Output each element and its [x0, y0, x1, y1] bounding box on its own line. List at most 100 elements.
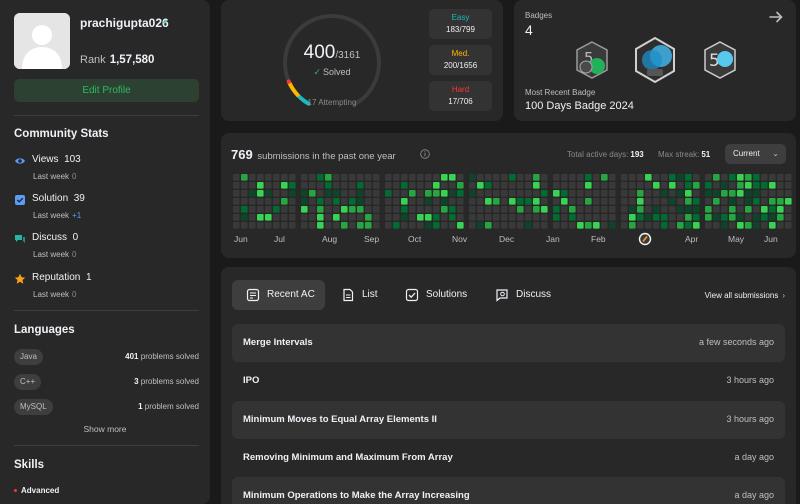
heatmap-cell[interactable] [653, 182, 660, 189]
heatmap-cell[interactable] [705, 198, 712, 205]
heatmap-cell[interactable] [493, 174, 500, 181]
heatmap-cell[interactable] [457, 174, 464, 181]
heatmap-cell[interactable] [737, 198, 744, 205]
heatmap-cell[interactable] [501, 206, 508, 213]
heatmap-cell[interactable] [713, 182, 720, 189]
heatmap-cell[interactable] [553, 190, 560, 197]
heatmap-cell[interactable] [469, 174, 476, 181]
heatmap-cell[interactable] [417, 190, 424, 197]
heatmap-cell[interactable] [721, 174, 728, 181]
heatmap-cell[interactable] [753, 182, 760, 189]
heatmap-cell[interactable] [433, 222, 440, 229]
view-all-submissions-link[interactable]: View all submissions › [705, 291, 785, 300]
heatmap-cell[interactable] [785, 174, 792, 181]
heatmap-cell[interactable] [669, 198, 676, 205]
heatmap-cell[interactable] [609, 214, 616, 221]
heatmap-cell[interactable] [333, 174, 340, 181]
heatmap-cell[interactable] [433, 198, 440, 205]
heatmap-cell[interactable] [753, 214, 760, 221]
heatmap-cell[interactable] [553, 198, 560, 205]
heatmap-cell[interactable] [281, 214, 288, 221]
heatmap-cell[interactable] [661, 182, 668, 189]
heatmap-cell[interactable] [469, 222, 476, 229]
heatmap-cell[interactable] [601, 214, 608, 221]
heatmap-cell[interactable] [517, 222, 524, 229]
heatmap-cell[interactable] [325, 206, 332, 213]
heatmap-cell[interactable] [449, 174, 456, 181]
heatmap-cell[interactable] [409, 198, 416, 205]
heatmap-cell[interactable] [769, 206, 776, 213]
heatmap-cell[interactable] [713, 214, 720, 221]
heatmap-cell[interactable] [273, 190, 280, 197]
heatmap-cell[interactable] [349, 198, 356, 205]
heatmap-cell[interactable] [409, 214, 416, 221]
heatmap-cell[interactable] [729, 198, 736, 205]
heatmap-cell[interactable] [281, 206, 288, 213]
heatmap-cell[interactable] [629, 214, 636, 221]
heatmap-cell[interactable] [425, 190, 432, 197]
heatmap-cell[interactable] [685, 222, 692, 229]
heatmap-cell[interactable] [485, 190, 492, 197]
heatmap-cell[interactable] [777, 198, 784, 205]
heatmap-cell[interactable] [501, 190, 508, 197]
heatmap-cell[interactable] [541, 206, 548, 213]
heatmap-cell[interactable] [637, 206, 644, 213]
heatmap-cell[interactable] [501, 198, 508, 205]
tab-discuss[interactable]: Discuss [481, 280, 561, 310]
heatmap-cell[interactable] [601, 182, 608, 189]
heatmap-cell[interactable] [621, 214, 628, 221]
heatmap-cell[interactable] [365, 214, 372, 221]
heatmap-cell[interactable] [441, 214, 448, 221]
heatmap-cell[interactable] [441, 198, 448, 205]
heatmap-cell[interactable] [289, 190, 296, 197]
heatmap-cell[interactable] [577, 190, 584, 197]
heatmap-cell[interactable] [669, 214, 676, 221]
heatmap-cell[interactable] [777, 206, 784, 213]
heatmap-cell[interactable] [785, 182, 792, 189]
year-select-dropdown[interactable]: Current ⌄ [725, 144, 786, 164]
heatmap-cell[interactable] [257, 174, 264, 181]
heatmap-cell[interactable] [713, 206, 720, 213]
heatmap-cell[interactable] [569, 222, 576, 229]
heatmap-cell[interactable] [333, 190, 340, 197]
heatmap-cell[interactable] [541, 182, 548, 189]
heatmap-cell[interactable] [553, 214, 560, 221]
heatmap-cell[interactable] [569, 214, 576, 221]
heatmap-cell[interactable] [737, 206, 744, 213]
heatmap-cell[interactable] [265, 190, 272, 197]
heatmap-cell[interactable] [317, 190, 324, 197]
heatmap-cell[interactable] [401, 198, 408, 205]
heatmap-cell[interactable] [777, 190, 784, 197]
heatmap-cell[interactable] [753, 206, 760, 213]
heatmap-cell[interactable] [457, 206, 464, 213]
heatmap-cell[interactable] [357, 206, 364, 213]
heatmap-cell[interactable] [317, 174, 324, 181]
heatmap-cell[interactable] [509, 198, 516, 205]
heatmap-cell[interactable] [637, 198, 644, 205]
heatmap-cell[interactable] [517, 182, 524, 189]
heatmap-cell[interactable] [349, 190, 356, 197]
heatmap-cell[interactable] [677, 214, 684, 221]
info-icon[interactable] [420, 149, 430, 159]
heatmap-cell[interactable] [233, 206, 240, 213]
heatmap-cell[interactable] [761, 214, 768, 221]
heatmap-cell[interactable] [493, 198, 500, 205]
heatmap-cell[interactable] [637, 222, 644, 229]
heatmap-cell[interactable] [585, 222, 592, 229]
heatmap-cell[interactable] [729, 222, 736, 229]
heatmap-cell[interactable] [729, 190, 736, 197]
heatmap-cell[interactable] [629, 222, 636, 229]
heatmap-cell[interactable] [569, 198, 576, 205]
heatmap-cell[interactable] [449, 198, 456, 205]
heatmap-cell[interactable] [685, 174, 692, 181]
heatmap-cell[interactable] [333, 222, 340, 229]
heatmap-cell[interactable] [393, 198, 400, 205]
heatmap-cell[interactable] [705, 182, 712, 189]
skill-level-advanced[interactable]: Advanced [14, 486, 59, 495]
heatmap-cell[interactable] [705, 190, 712, 197]
heatmap-cell[interactable] [373, 214, 380, 221]
heatmap-cell[interactable] [653, 198, 660, 205]
heatmap-cell[interactable] [325, 198, 332, 205]
heatmap-cell[interactable] [449, 214, 456, 221]
heatmap-cell[interactable] [449, 182, 456, 189]
